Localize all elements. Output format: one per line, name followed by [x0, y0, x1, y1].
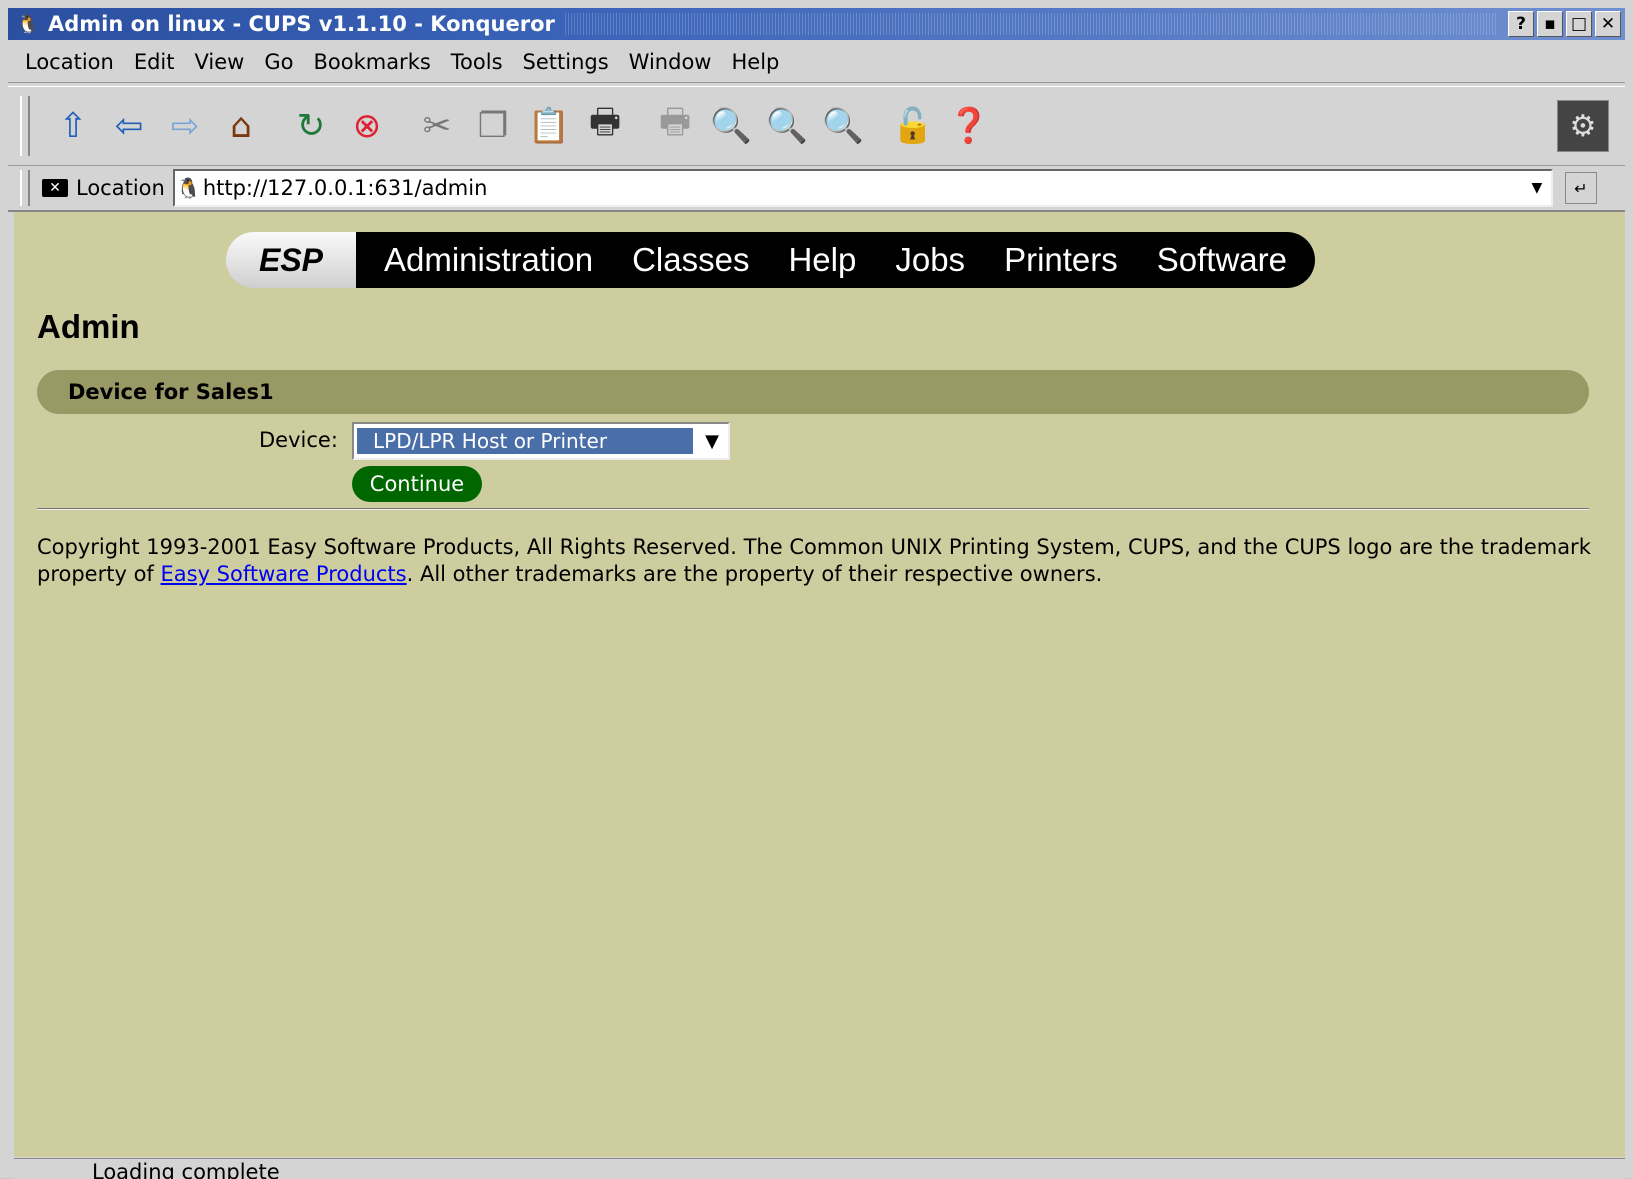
security-lock-icon[interactable]: 🔓	[890, 103, 936, 149]
nav-administration[interactable]: Administration	[384, 241, 593, 279]
paste-icon[interactable]: 📋	[526, 103, 572, 149]
url-history-dropdown-icon[interactable]: ▼	[1523, 180, 1551, 196]
menu-bookmarks[interactable]: Bookmarks	[313, 50, 430, 74]
back-arrow-icon[interactable]: ⇦	[106, 103, 152, 149]
nav-jobs[interactable]: Jobs	[895, 241, 965, 279]
menu-settings[interactable]: Settings	[523, 50, 609, 74]
copyright-text-end: . All other trademarks are the property …	[406, 562, 1103, 586]
page-title: Admin	[37, 308, 140, 345]
reload-icon[interactable]: ↻	[288, 103, 334, 149]
menu-location[interactable]: Location	[25, 50, 114, 74]
cut-icon[interactable]: ✂	[414, 103, 460, 149]
konqueror-gear-icon[interactable]: ⚙	[1557, 100, 1609, 152]
location-label: Location	[76, 176, 165, 200]
section-header: Device for Sales1	[37, 370, 1589, 414]
menu-tools[interactable]: Tools	[451, 50, 503, 74]
divider	[37, 508, 1589, 510]
esp-logo[interactable]: ESP	[226, 232, 356, 288]
print-frame-icon[interactable]: 🖶	[652, 102, 698, 149]
window-menu-icon[interactable]: 🐧	[8, 10, 48, 38]
cups-nav-bar: ESP Administration Classes Help Jobs Pri…	[226, 232, 1315, 288]
web-content: ESP Administration Classes Help Jobs Pri…	[14, 212, 1625, 1157]
device-label: Device:	[259, 428, 338, 452]
close-button[interactable]: ✕	[1595, 11, 1621, 37]
device-selected-value[interactable]: LPD/LPR Host or Printer	[357, 428, 693, 454]
location-toolbar-grip[interactable]	[20, 170, 30, 206]
device-select[interactable]: LPD/LPR Host or Printer ▼	[352, 422, 730, 460]
nav-classes[interactable]: Classes	[632, 241, 749, 279]
status-bar: Loading complete	[14, 1158, 1625, 1179]
konqueror-window: 🐧 Admin on linux - CUPS v1.1.10 - Konque…	[0, 0, 1633, 1179]
url-input[interactable]: 🐧 http://127.0.0.1:631/admin ▼	[172, 169, 1553, 207]
forward-arrow-icon[interactable]: ⇨	[162, 103, 208, 149]
tux-favicon-icon: 🐧	[176, 176, 202, 200]
home-icon[interactable]: ⌂	[218, 103, 264, 149]
stop-icon[interactable]: ⊗	[344, 103, 390, 149]
toolbar-grip[interactable]	[20, 96, 30, 156]
location-toolbar: ✕ Location 🐧 http://127.0.0.1:631/admin …	[8, 166, 1625, 212]
zoom-in-icon[interactable]: 🔍	[708, 103, 754, 149]
menu-window[interactable]: Window	[629, 50, 712, 74]
continue-button[interactable]: Continue	[352, 466, 482, 502]
title-bar[interactable]: 🐧 Admin on linux - CUPS v1.1.10 - Konque…	[8, 8, 1625, 40]
nav-printers[interactable]: Printers	[1004, 241, 1118, 279]
nav-software[interactable]: Software	[1157, 241, 1287, 279]
minimize-button[interactable]: ▪	[1537, 11, 1563, 37]
go-icon[interactable]: ↵	[1564, 172, 1597, 204]
main-toolbar: ⇧ ⇦ ⇨ ⌂ ↻ ⊗ ✂ ❐ 📋 🖶 🖶 🔍 🔍 🔍 🔓 ❓ ⚙	[8, 86, 1625, 166]
menu-go[interactable]: Go	[264, 50, 293, 74]
zoom-out-icon[interactable]: 🔍	[820, 103, 866, 149]
copy-icon[interactable]: ❐	[470, 103, 516, 149]
section-title: Device for Sales1	[68, 380, 274, 404]
easy-software-link[interactable]: Easy Software Products	[161, 562, 407, 586]
help-window-button[interactable]: ?	[1508, 11, 1534, 37]
status-text: Loading complete	[92, 1160, 280, 1179]
menu-bar: Location Edit View Go Bookmarks Tools Se…	[8, 42, 1625, 83]
url-text[interactable]: http://127.0.0.1:631/admin	[203, 176, 1523, 200]
menu-edit[interactable]: Edit	[134, 50, 175, 74]
print-icon[interactable]: 🖶	[582, 102, 628, 149]
maximize-button[interactable]: □	[1566, 11, 1592, 37]
menu-view[interactable]: View	[195, 50, 245, 74]
window-title: Admin on linux - CUPS v1.1.10 - Konquero…	[48, 12, 555, 36]
zoom-icon[interactable]: 🔍	[764, 103, 810, 149]
nav-help[interactable]: Help	[788, 241, 856, 279]
menu-help[interactable]: Help	[731, 50, 779, 74]
help-icon[interactable]: ❓	[946, 103, 992, 149]
clear-location-icon[interactable]: ✕	[42, 179, 68, 197]
up-arrow-icon[interactable]: ⇧	[50, 103, 96, 149]
chevron-down-icon[interactable]: ▼	[696, 431, 728, 452]
title-bar-decoration	[564, 13, 1498, 35]
copyright-text: Copyright 1993-2001 Easy Software Produc…	[37, 534, 1607, 588]
